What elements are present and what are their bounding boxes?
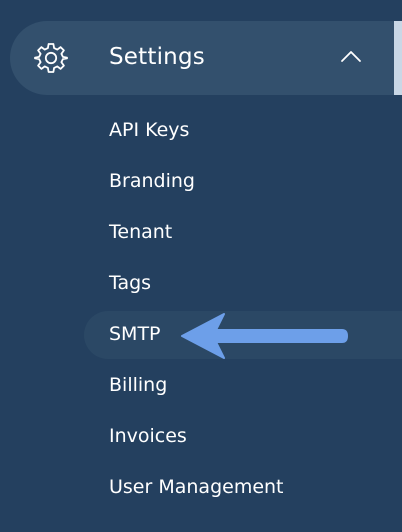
submenu-item-label: User Management <box>109 476 284 498</box>
submenu-item-label: SMTP <box>109 323 161 345</box>
submenu-item-branding[interactable]: Branding <box>0 155 402 206</box>
submenu-item-label: API Keys <box>109 119 190 141</box>
settings-label: Settings <box>109 44 205 70</box>
submenu-item-tenant[interactable]: Tenant <box>0 206 402 257</box>
submenu-item-tags[interactable]: Tags <box>0 257 402 308</box>
submenu-item-label: Tenant <box>109 221 173 243</box>
submenu-item-user-management[interactable]: User Management <box>0 461 402 512</box>
chevron-up-icon[interactable] <box>340 48 362 64</box>
settings-submenu: API Keys Branding Tenant Tags SMTP Billi… <box>0 104 402 512</box>
submenu-item-label: Tags <box>109 272 152 294</box>
gear-icon <box>34 43 68 73</box>
submenu-item-billing[interactable]: Billing <box>0 359 402 410</box>
submenu-item-label: Branding <box>109 170 195 192</box>
submenu-item-label: Billing <box>109 374 168 396</box>
annotation-arrow <box>181 313 348 359</box>
sidebar-panel: Settings API Keys Branding Tenant Tags S… <box>0 0 402 532</box>
submenu-item-invoices[interactable]: Invoices <box>0 410 402 461</box>
scrollbar[interactable] <box>394 21 402 95</box>
submenu-item-api-keys[interactable]: API Keys <box>0 104 402 155</box>
submenu-item-label: Invoices <box>109 425 187 447</box>
